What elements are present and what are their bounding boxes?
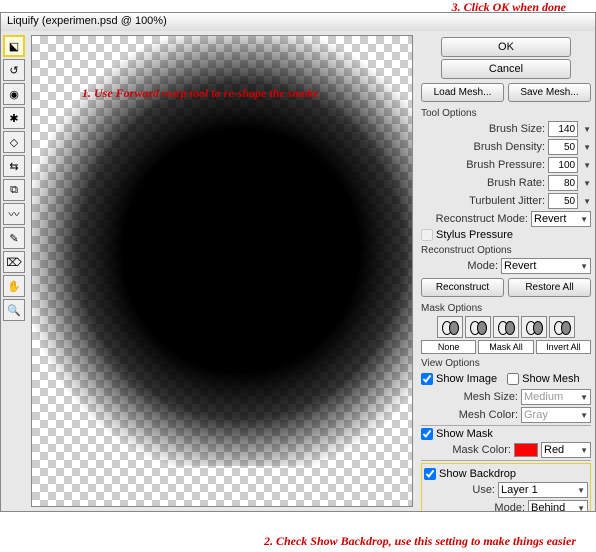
- brush-rate-input[interactable]: [548, 175, 578, 191]
- canvas[interactable]: 1. Use Forward warp tool to re-shape the…: [31, 35, 413, 507]
- tool-options-heading: Tool Options: [421, 108, 591, 119]
- chevron-down-icon: ▼: [577, 504, 585, 512]
- show-mask-checkbox[interactable]: [421, 428, 433, 440]
- freeze-mask-tool[interactable]: ✎: [3, 227, 25, 249]
- mask-color-swatch: [514, 443, 538, 457]
- reconstruct-button[interactable]: Reconstruct: [421, 278, 504, 297]
- view-options-heading: View Options: [421, 358, 591, 369]
- save-mesh-button[interactable]: Save Mesh...: [508, 83, 591, 102]
- brush-pressure-input[interactable]: [548, 157, 578, 173]
- liquify-dialog: Liquify (experimen.psd @ 100%) ⬕ ↺ ◉ ✱ ◇…: [0, 12, 596, 512]
- use-label: Use:: [472, 484, 495, 496]
- mask-none-button[interactable]: None: [421, 340, 476, 354]
- mask-icon-4[interactable]: [521, 316, 547, 338]
- chevron-down-icon: ▼: [580, 411, 588, 420]
- turbulent-jitter-input[interactable]: [548, 193, 578, 209]
- brush-density-input[interactable]: [548, 139, 578, 155]
- recon-mode-select[interactable]: Revert▼: [501, 258, 591, 274]
- backdrop-highlight: Show Backdrop Use:Layer 1▼ Mode:Behind▼ …: [421, 463, 591, 511]
- show-image-label: Show Image: [436, 373, 497, 385]
- brush-pressure-label: Brush Pressure:: [466, 159, 545, 171]
- brush-size-label: Brush Size:: [489, 123, 545, 135]
- pucker-tool[interactable]: ✱: [3, 107, 25, 129]
- mask-icon-1[interactable]: [437, 316, 463, 338]
- mask-icon-3[interactable]: [493, 316, 519, 338]
- backdrop-mode-label: Mode:: [494, 502, 525, 511]
- annotation-1: 1. Use Forward warp tool to re-shape the…: [82, 86, 319, 102]
- chevron-down-icon: ▼: [580, 262, 588, 271]
- reconstruct-mode-label: Reconstruct Mode:: [436, 213, 528, 225]
- options-panel: OK Cancel Load Mesh... Save Mesh... Tool…: [417, 31, 595, 511]
- chevron-down-icon[interactable]: ▼: [583, 197, 591, 206]
- reconstruct-tool[interactable]: ↺: [3, 59, 25, 81]
- zoom-tool[interactable]: 🔍: [3, 299, 25, 321]
- turbulence-tool[interactable]: 〰: [3, 203, 25, 225]
- mask-options-heading: Mask Options: [421, 303, 591, 314]
- show-backdrop-label: Show Backdrop: [439, 468, 516, 480]
- chevron-down-icon[interactable]: ▼: [583, 143, 591, 152]
- brush-density-label: Brush Density:: [474, 141, 546, 153]
- chevron-down-icon: ▼: [580, 446, 588, 455]
- show-backdrop-checkbox[interactable]: [424, 468, 436, 480]
- twirl-tool[interactable]: ◉: [3, 83, 25, 105]
- thaw-mask-tool[interactable]: ⌦: [3, 251, 25, 273]
- turbulent-jitter-label: Turbulent Jitter:: [469, 195, 545, 207]
- use-select[interactable]: Layer 1▼: [498, 482, 588, 498]
- backdrop-mode-select[interactable]: Behind▼: [528, 500, 588, 511]
- reconstruct-options-heading: Reconstruct Options: [421, 245, 591, 256]
- restore-all-button[interactable]: Restore All: [508, 278, 591, 297]
- forward-warp-tool[interactable]: ⬕: [3, 35, 25, 57]
- mask-color-label: Mask Color:: [452, 444, 511, 456]
- annotation-2: 2. Check Show Backdrop, use this setting…: [264, 534, 576, 550]
- show-mesh-label: Show Mesh: [522, 373, 579, 385]
- brush-size-input[interactable]: [548, 121, 578, 137]
- chevron-down-icon: ▼: [580, 215, 588, 224]
- chevron-down-icon: ▼: [577, 486, 585, 495]
- dialog-title: Liquify (experimen.psd @ 100%): [1, 13, 595, 31]
- stylus-pressure-checkbox: [421, 229, 433, 241]
- mask-icon-5[interactable]: [549, 316, 575, 338]
- mesh-size-label: Mesh Size:: [464, 391, 518, 403]
- cancel-button[interactable]: Cancel: [441, 59, 571, 79]
- mesh-color-select: Gray▼: [521, 407, 591, 423]
- mask-all-button[interactable]: Mask All: [478, 340, 533, 354]
- chevron-down-icon[interactable]: ▼: [583, 179, 591, 188]
- mask-color-select[interactable]: Red▼: [541, 442, 591, 458]
- show-mask-label: Show Mask: [436, 428, 493, 440]
- mask-icon-2[interactable]: [465, 316, 491, 338]
- chevron-down-icon[interactable]: ▼: [583, 125, 591, 134]
- toolbar: ⬕ ↺ ◉ ✱ ◇ ⇆ ⧉ 〰 ✎ ⌦ ✋ 🔍: [1, 31, 27, 511]
- push-left-tool[interactable]: ⇆: [3, 155, 25, 177]
- mirror-tool[interactable]: ⧉: [3, 179, 25, 201]
- chevron-down-icon[interactable]: ▼: [583, 161, 591, 170]
- load-mesh-button[interactable]: Load Mesh...: [421, 83, 504, 102]
- show-image-checkbox[interactable]: [421, 373, 433, 385]
- mesh-color-label: Mesh Color:: [459, 409, 518, 421]
- brush-rate-label: Brush Rate:: [487, 177, 545, 189]
- invert-all-button[interactable]: Invert All: [536, 340, 591, 354]
- bloat-tool[interactable]: ◇: [3, 131, 25, 153]
- stylus-pressure-label: Stylus Pressure: [436, 229, 513, 241]
- hand-tool[interactable]: ✋: [3, 275, 25, 297]
- show-mesh-checkbox[interactable]: [507, 373, 519, 385]
- chevron-down-icon: ▼: [580, 393, 588, 402]
- mesh-size-select: Medium▼: [521, 389, 591, 405]
- reconstruct-mode-select[interactable]: Revert▼: [531, 211, 591, 227]
- ok-button[interactable]: OK: [441, 37, 571, 57]
- recon-mode-label: Mode:: [467, 260, 498, 272]
